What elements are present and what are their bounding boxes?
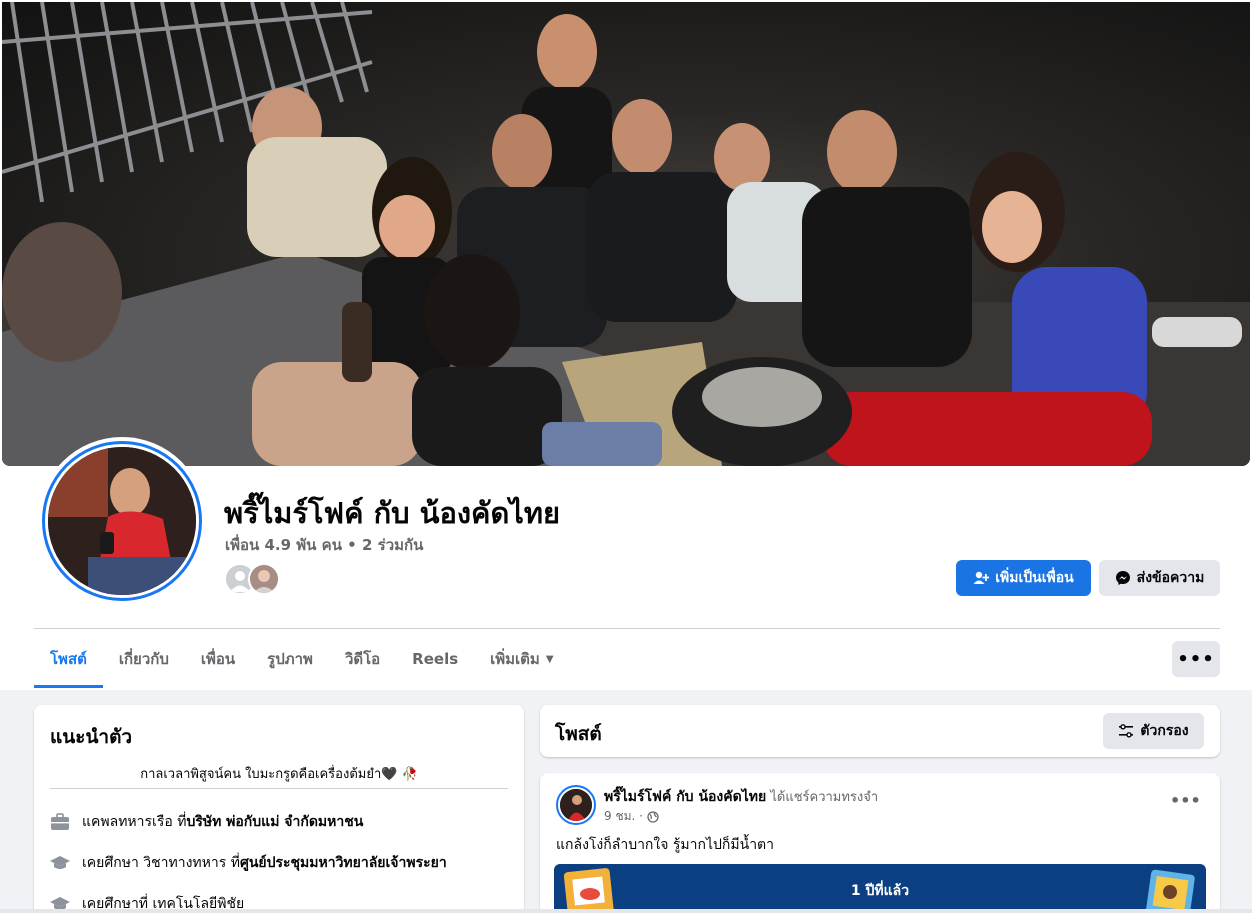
intro-divider <box>50 788 508 789</box>
add-friend-icon <box>973 571 990 584</box>
mutual-friend-photo <box>250 565 278 593</box>
friends-count[interactable]: เพื่อน 4.9 พัน คน • 2 ร่วมกัน <box>225 533 423 557</box>
header-divider <box>34 628 1220 629</box>
post-text: แกล้งโง่ก็ลำบากใจ รู้มากไปก็มีน้ำตา <box>556 837 775 853</box>
message-button[interactable]: ส่งข้อความ <box>1099 560 1220 596</box>
memory-banner[interactable]: 1 ปีที่แล้ว <box>554 864 1206 913</box>
post-options-button[interactable]: ••• <box>1170 791 1201 810</box>
tab-reels[interactable]: Reels <box>396 630 474 688</box>
posts-title: โพสต์ <box>555 723 602 745</box>
profile-tabs: โพสต์ เกี่ยวกับ เพื่อน รูปภาพ วิดีโอ Ree… <box>34 630 570 688</box>
tab-reels-label: Reels <box>412 650 459 668</box>
intro-education-prefix: เคยศึกษา วิชาทางทหาร ที่ <box>82 855 240 871</box>
post-author-line: พริ๊ไมร์โฟค์ กับ น้องคัดไทย ได้แชร์ความท… <box>604 786 878 808</box>
post-author-name[interactable]: พริ๊ไมร์โฟค์ กับ น้องคัดไทย <box>604 789 766 805</box>
intro-work-place[interactable]: บริษัท พ่อกับแม่ จำกัดมหาชน <box>186 811 363 833</box>
tab-photos[interactable]: รูปภาพ <box>251 630 329 688</box>
profile-picture[interactable] <box>38 437 206 605</box>
post-time-text: 9 ชม. · <box>604 809 643 823</box>
tab-videos-label: วิดีโอ <box>344 650 381 668</box>
cover-photo-illustration <box>2 2 1250 466</box>
story-ring <box>42 441 202 601</box>
tab-more[interactable]: เพิ่มเติม ▼ <box>474 630 569 688</box>
intro-work-prefix: แคพลทหารเรือ ที่ <box>82 814 187 830</box>
add-friend-button[interactable]: เพิ่มเป็นเพื่อน <box>956 560 1091 596</box>
tab-posts-label: โพสต์ <box>50 650 87 668</box>
intro-bio: กาลเวลาพิสูจน์คน ใบมะกรูดคือเครื่องต้มยำ… <box>140 767 418 782</box>
memory-title: 1 ปีที่แล้ว <box>850 883 910 899</box>
tab-about[interactable]: เกี่ยวกับ <box>103 630 185 688</box>
graduation-cap-icon <box>50 853 70 873</box>
profile-name: พริ๊ไมร์โฟค์ กับ น้องคัดไทย <box>224 496 560 530</box>
add-friend-label: เพิ่มเป็นเพื่อน <box>995 570 1074 586</box>
filter-icon <box>1119 724 1134 738</box>
tab-more-label: เพิ่มเติม <box>490 650 540 668</box>
scroll-edge <box>0 909 1252 913</box>
profile-more-button[interactable]: ••• <box>1172 641 1220 677</box>
intro-work: แคพลทหารเรือ ที่ บริษัท พ่อกับแม่ จำกัดม… <box>50 811 363 833</box>
intro-education: เคยศึกษา วิชาทางทหาร ที่ ศูนย์ประชุมมหาว… <box>50 852 447 874</box>
globe-icon <box>647 810 659 823</box>
filter-button[interactable]: ตัวกรอง <box>1103 713 1204 749</box>
tab-videos[interactable]: วิดีโอ <box>329 630 396 688</box>
intro-title: แนะนำตัว <box>50 726 133 748</box>
post-author-avatar[interactable] <box>556 785 596 825</box>
cover-photo[interactable] <box>2 2 1250 466</box>
avatar-illustration <box>48 447 196 595</box>
profile-header: พริ๊ไมร์โฟค์ กับ น้องคัดไทย เพื่อน 4.9 พ… <box>0 0 1252 690</box>
tab-friends-label: เพื่อน <box>200 650 236 668</box>
tab-posts[interactable]: โพสต์ <box>34 630 103 688</box>
post-card: พริ๊ไมร์โฟค์ กับ น้องคัดไทย ได้แชร์ความท… <box>540 773 1220 913</box>
post-timestamp[interactable]: 9 ชม. · <box>604 807 659 826</box>
tab-photos-label: รูปภาพ <box>267 650 313 668</box>
tab-friends[interactable]: เพื่อน <box>185 630 251 688</box>
caret-down-icon: ▼ <box>545 653 554 665</box>
filter-label: ตัวกรอง <box>1140 723 1189 739</box>
mutual-friend-avatar[interactable] <box>248 563 280 595</box>
briefcase-icon <box>50 812 70 832</box>
message-label: ส่งข้อความ <box>1136 570 1205 586</box>
post-author-photo <box>560 789 592 821</box>
avatar <box>48 447 196 595</box>
intro-education-place[interactable]: ศูนย์ประชุมมหาวิทยาลัยเจ้าพระยา <box>240 852 447 874</box>
mutual-friends-avatars[interactable] <box>224 563 280 595</box>
messenger-icon <box>1115 571 1130 585</box>
tab-about-label: เกี่ยวกับ <box>118 650 169 668</box>
posts-header-card: โพสต์ ตัวกรอง <box>540 705 1220 757</box>
intro-card: แนะนำตัว กาลเวลาพิสูจน์คน ใบมะกรูดคือเคร… <box>34 705 524 913</box>
post-action-text: ได้แชร์ความทรงจำ <box>766 790 879 805</box>
